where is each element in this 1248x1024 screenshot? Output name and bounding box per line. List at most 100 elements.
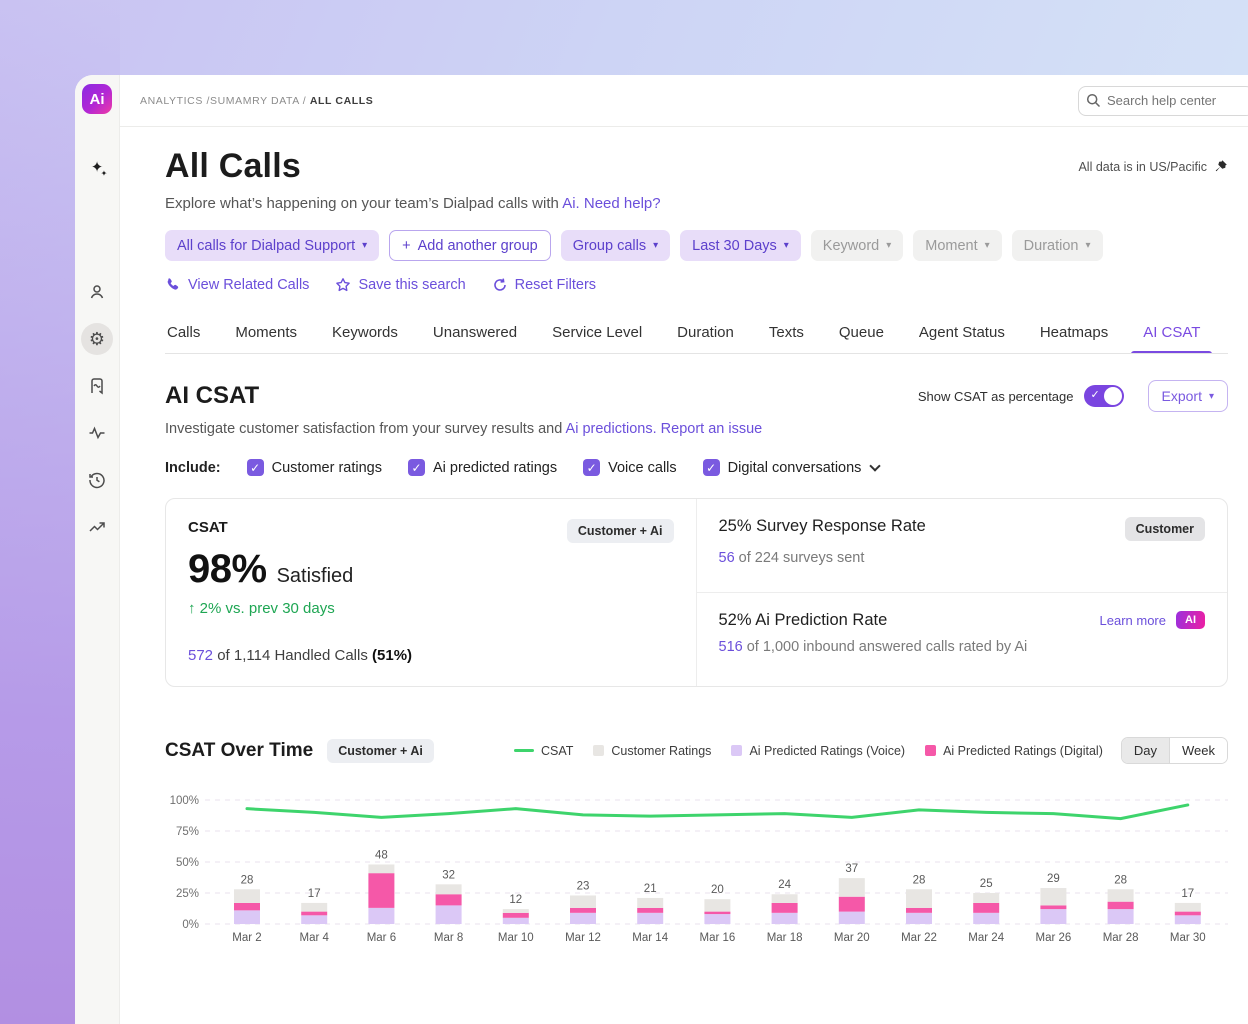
quick-link-label: Save this search (358, 277, 465, 293)
svg-text:Mar 24: Mar 24 (968, 932, 1004, 944)
filter-bar: All calls for Dialpad Support▾ +Add anoth… (165, 230, 1228, 261)
legend-csat[interactable]: CSAT (514, 744, 573, 758)
tab-queue[interactable]: Queue (837, 315, 886, 353)
quick-link-view-related-calls[interactable]: View Related Calls (165, 277, 309, 293)
svg-text:25%: 25% (176, 888, 199, 900)
handled-calls-link[interactable]: 572 (188, 647, 213, 664)
csat-badge: Customer + Ai (567, 519, 674, 543)
tab-moments[interactable]: Moments (233, 315, 299, 353)
legend-customer-ratings[interactable]: Customer Ratings (593, 744, 711, 758)
include-filters: Include:✓Customer ratings✓Ai predicted r… (165, 459, 1228, 476)
svg-text:20: 20 (711, 884, 724, 896)
filter-chip-keyword[interactable]: Keyword ▾ (811, 230, 903, 261)
phone-icon (165, 277, 181, 293)
gear-icon[interactable]: ⚙ (81, 323, 113, 355)
pulse-icon[interactable] (81, 417, 113, 449)
plus-icon: + (402, 238, 410, 254)
svg-text:50%: 50% (176, 857, 199, 869)
line-swatch (514, 749, 534, 752)
day-week-toggle: DayWeek (1121, 737, 1228, 764)
person-icon[interactable] (81, 276, 113, 308)
legend-ai-predicted-ratings-voice-[interactable]: Ai Predicted Ratings (Voice) (731, 744, 905, 758)
checkbox-label: Digital conversations (728, 460, 862, 476)
svg-text:0%: 0% (182, 919, 199, 931)
chart-header: CSAT Over Time Customer + Ai CSATCustome… (165, 737, 1228, 764)
csat-footnote: 572 of 1,114 Handled Calls (51%) (188, 647, 674, 664)
chart-title: CSAT Over Time (165, 740, 313, 762)
tab-ai-csat[interactable]: AI CSAT (1141, 315, 1202, 353)
history-icon[interactable] (81, 464, 113, 496)
tab-unanswered[interactable]: Unanswered (431, 315, 519, 353)
chevron-down-icon: ▾ (784, 240, 789, 251)
filter-chip-moment[interactable]: Moment▾ (913, 230, 1001, 261)
pin-icon[interactable] (1213, 159, 1228, 174)
report-issue-link[interactable]: Report an issue (661, 421, 763, 437)
trend-icon[interactable] (81, 511, 113, 543)
ai-logo[interactable]: Ai (82, 84, 112, 114)
tab-calls[interactable]: Calls (165, 315, 202, 353)
svg-text:12: 12 (509, 894, 522, 906)
chevron-down-icon: ▾ (1085, 240, 1090, 251)
arrow-up-icon: ↑ (188, 600, 196, 617)
range-week[interactable]: Week (1169, 738, 1227, 763)
csat-percentage-toggle[interactable]: ✓ (1084, 385, 1124, 407)
breadcrumb-current: ALL CALLS (310, 95, 374, 107)
sidebar-nav: ⚙ (81, 276, 113, 543)
svg-text:Mar 4: Mar 4 (299, 932, 329, 944)
svg-text:28: 28 (1114, 874, 1127, 886)
filter-chip-add-another-group[interactable]: +Add another group (389, 230, 551, 261)
svg-text:75%: 75% (176, 826, 199, 838)
checkbox-checked-icon: ✓ (247, 459, 264, 476)
filter-chip-group-calls[interactable]: Group calls▾ (561, 230, 670, 261)
help-search (1078, 86, 1248, 116)
ai-predictions-link[interactable]: Ai predictions. (566, 421, 657, 437)
checkbox-digital-conversations[interactable]: ✓Digital conversations (703, 459, 880, 476)
ai-badge: AI (1176, 611, 1205, 629)
rated-calls-link[interactable]: 516 (719, 639, 743, 655)
reset-icon (492, 277, 508, 293)
tab-service-level[interactable]: Service Level (550, 315, 644, 353)
ai-prediction-card: 52% Ai Prediction Rate Learn more AI 516… (697, 592, 1228, 686)
csat-card: CSAT Customer + Ai 98% Satisfied ↑ 2% vs… (166, 499, 697, 686)
svg-text:17: 17 (1181, 888, 1194, 900)
svg-text:Mar 18: Mar 18 (767, 932, 803, 944)
need-help-link[interactable]: Ai. Need help? (562, 195, 660, 212)
tab-texts[interactable]: Texts (767, 315, 806, 353)
chevron-down-icon: ▾ (886, 240, 891, 251)
filter-chip-last-30-days[interactable]: Last 30 Days▾ (680, 230, 801, 261)
checkbox-checked-icon: ✓ (408, 459, 425, 476)
checkbox-voice-calls[interactable]: ✓ Voice calls (583, 459, 677, 476)
surveys-link[interactable]: 56 (719, 550, 735, 566)
customer-badge: Customer (1125, 517, 1205, 541)
filter-chip-all-calls-for-dialpad-support[interactable]: All calls for Dialpad Support▾ (165, 230, 379, 261)
checkbox-label: Voice calls (608, 460, 677, 476)
filter-chip-duration[interactable]: Duration▾ (1012, 230, 1103, 261)
legend-ai-predicted-ratings-digital-[interactable]: Ai Predicted Ratings (Digital) (925, 744, 1103, 758)
survey-response-card: 25% Survey Response Rate Customer 56 of … (697, 499, 1228, 592)
tab-duration[interactable]: Duration (675, 315, 736, 353)
svg-text:Mar 28: Mar 28 (1103, 932, 1139, 944)
tab-agent-status[interactable]: Agent Status (917, 315, 1007, 353)
chart-container: 0%25%50%75%100%28Mar 217Mar 448Mar 632Ma… (165, 788, 1228, 953)
sparkle-icon[interactable]: ✦✦ (91, 158, 104, 176)
search-input[interactable] (1078, 86, 1248, 116)
checkbox-customer-ratings[interactable]: ✓ Customer ratings (247, 459, 382, 476)
export-button[interactable]: Export ▾ (1148, 380, 1229, 412)
checkbox-ai-predicted-ratings[interactable]: ✓Ai predicted ratings (408, 459, 557, 476)
learn-more-link[interactable]: Learn more (1100, 613, 1166, 628)
chip-label: Keyword (823, 238, 879, 254)
breadcrumb-parent[interactable]: ANALYTICS /SUMAMRY DATA / (140, 95, 310, 107)
checkbox-label: Customer ratings (272, 460, 382, 476)
svg-text:25: 25 (980, 878, 993, 890)
quick-link-save-this-search[interactable]: Save this search (335, 277, 465, 293)
search-icon (1086, 93, 1101, 108)
svg-text:100%: 100% (170, 795, 199, 807)
bookmark-wave-icon[interactable] (81, 370, 113, 402)
star-icon (335, 277, 351, 293)
svg-text:Mar 22: Mar 22 (901, 932, 937, 944)
tab-heatmaps[interactable]: Heatmaps (1038, 315, 1110, 353)
tab-keywords[interactable]: Keywords (330, 315, 400, 353)
checkbox-checked-icon: ✓ (583, 459, 600, 476)
range-day[interactable]: Day (1122, 738, 1169, 763)
quick-link-reset-filters[interactable]: Reset Filters (492, 277, 596, 293)
